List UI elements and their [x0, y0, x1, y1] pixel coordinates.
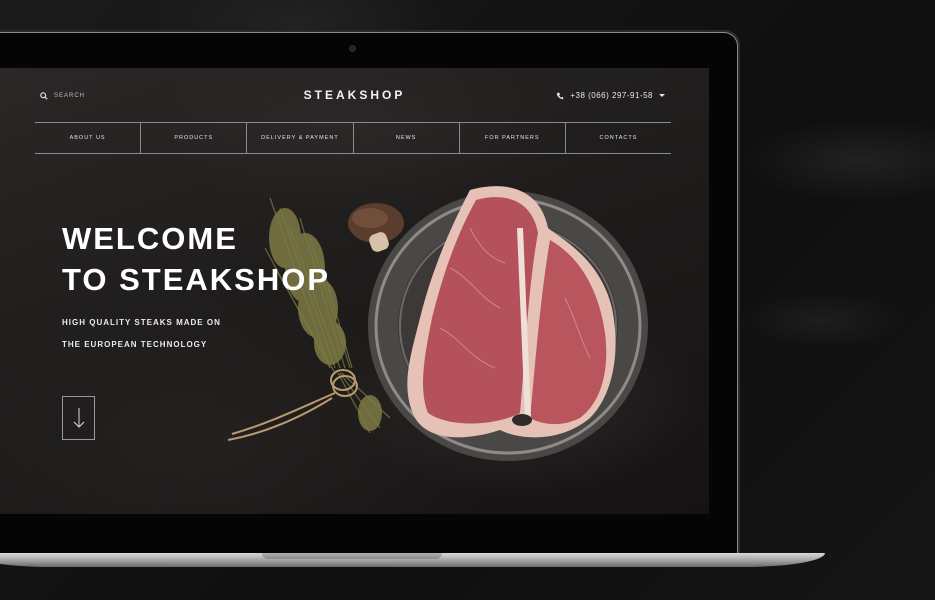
phone-icon [557, 92, 564, 99]
main-navigation: ABOUT US PRODUCTS DELIVERY & PAYMENT NEW… [35, 122, 671, 154]
nav-item-delivery-payment[interactable]: DELIVERY & PAYMENT [246, 123, 352, 153]
hero-subtitle: HIGH QUALITY STEAKS MADE ON THE EUROPEAN… [62, 312, 221, 356]
phone-selector[interactable]: +38 (066) 297-91-58 [556, 91, 665, 100]
nav-item-contacts[interactable]: CONTACTS [564, 123, 671, 153]
hero-title: WELCOME TO STEAKSHOP [62, 218, 330, 300]
webcam [350, 46, 355, 51]
hero-title-line-1: WELCOME [62, 221, 238, 256]
nav-item-news[interactable]: NEWS [352, 123, 459, 153]
website-screen: SEARCH STEAKSHOP +38 (066) 297-91-58 ABO… [0, 68, 709, 514]
site-header: SEARCH STEAKSHOP +38 (066) 297-91-58 [0, 68, 709, 122]
nav-item-products[interactable]: PRODUCTS [140, 123, 246, 153]
nav-item-about-us[interactable]: ABOUT US [35, 123, 140, 153]
laptop-hinge-notch [262, 553, 442, 559]
twine [227, 369, 358, 441]
scroll-down-button[interactable] [62, 396, 95, 440]
phone-number: +38 (066) 297-91-58 [570, 91, 653, 100]
hero-subtitle-line-2: THE EUROPEAN TECHNOLOGY [62, 340, 208, 349]
nav-item-for-partners[interactable]: FOR PARTNERS [458, 123, 565, 153]
hero-title-line-2: TO STEAKSHOP [62, 262, 331, 297]
arrow-down-icon [73, 408, 84, 428]
hero-subtitle-line-1: HIGH QUALITY STEAKS MADE ON [62, 318, 221, 327]
chevron-down-icon [659, 94, 665, 97]
